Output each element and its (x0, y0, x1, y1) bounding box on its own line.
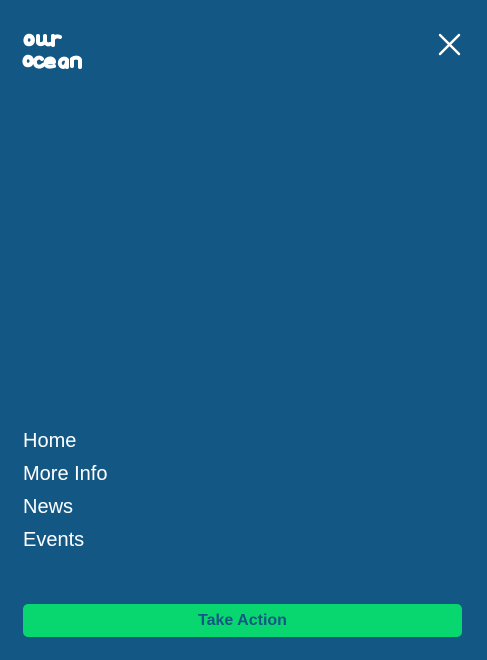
nav-item-events[interactable]: Events (23, 524, 107, 557)
main-navigation: Home More Info News Events (23, 425, 107, 557)
brush-lettering-logo-icon (22, 33, 82, 69)
close-button[interactable] (432, 28, 466, 62)
nav-item-news[interactable]: News (23, 491, 107, 524)
menu-overlay: Home More Info News Events Take Action (0, 0, 487, 660)
logo[interactable] (22, 24, 104, 74)
nav-item-home[interactable]: Home (23, 425, 107, 458)
take-action-button[interactable]: Take Action (23, 604, 462, 637)
nav-item-more-info[interactable]: More Info (23, 458, 107, 491)
close-icon (438, 33, 461, 56)
